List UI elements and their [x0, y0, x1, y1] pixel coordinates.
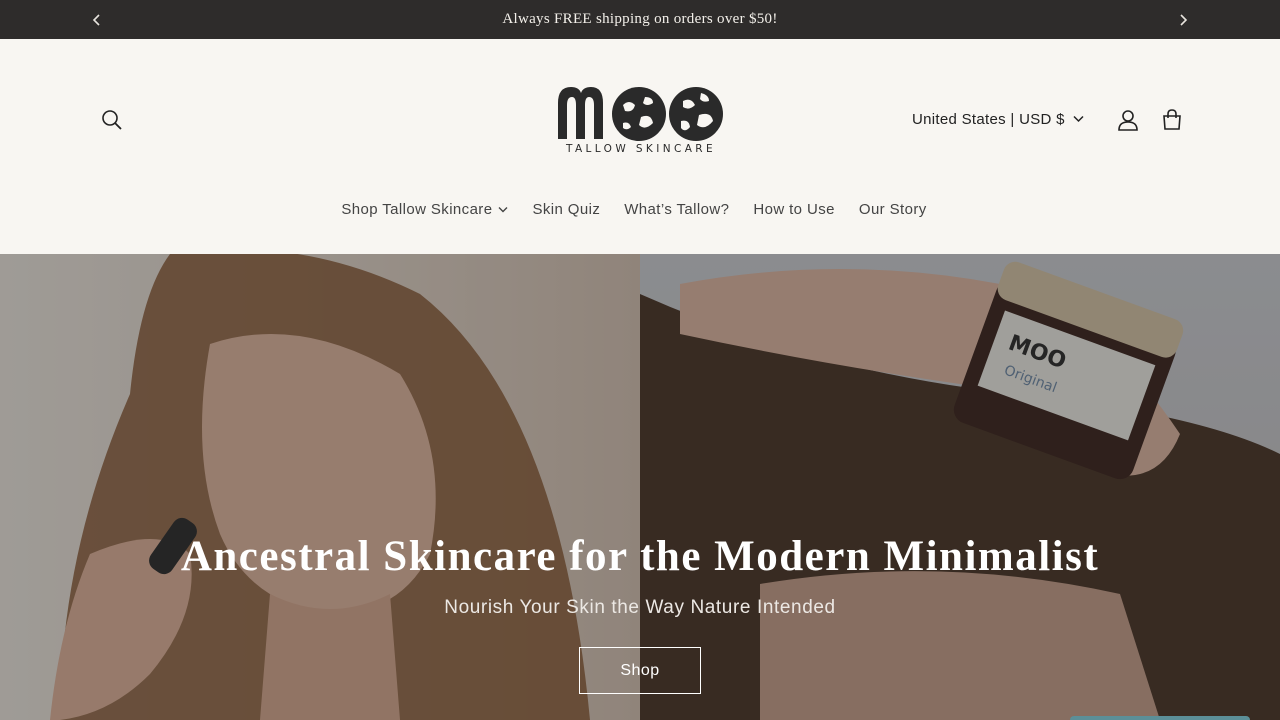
country-currency-selector[interactable]: United States | USD $ [912, 105, 1084, 133]
announcement-next-button[interactable] [1168, 0, 1198, 39]
announcement-prev-button[interactable] [82, 0, 112, 39]
search-icon [102, 110, 122, 130]
announcement-text: Always FREE shipping on orders over $50! [502, 11, 778, 27]
nav-item-how-to-use[interactable]: How to Use [741, 197, 847, 222]
site-header: TALLOW SKINCARE United States | USD $ Sh… [0, 39, 1280, 254]
nav-item-shop-tallow-skincare[interactable]: Shop Tallow Skincare [341, 197, 520, 222]
chevron-down-icon [1073, 115, 1084, 123]
moo-logo-mark [558, 87, 723, 141]
hero-title: Ancestral Skincare for the Modern Minima… [180, 533, 1100, 580]
hero-subtitle: Nourish Your Skin the Way Nature Intende… [444, 597, 836, 618]
cart-icon [1163, 109, 1181, 130]
account-icon [1118, 110, 1138, 131]
nav-item-label: Skin Quiz [532, 201, 601, 218]
account-button[interactable] [1108, 100, 1148, 140]
chevron-right-icon [1180, 13, 1188, 26]
main-navigation: Shop Tallow Skincare Skin Quiz What’s Ta… [0, 197, 1280, 222]
cart-button[interactable] [1152, 100, 1192, 140]
nav-item-label: Shop Tallow Skincare [341, 201, 493, 218]
chevron-left-icon [92, 13, 100, 26]
nav-item-label: Our Story [858, 201, 927, 218]
site-logo[interactable]: TALLOW SKINCARE [555, 83, 727, 159]
hero-banner: MOO Original Ancestral Skincare for the … [0, 254, 1280, 720]
shop-button[interactable]: Shop [579, 647, 701, 694]
search-button[interactable] [92, 100, 132, 140]
announcement-bar: Always FREE shipping on orders over $50! [0, 0, 1280, 39]
nav-item-skin-quiz[interactable]: Skin Quiz [520, 197, 612, 222]
chat-widget-tab[interactable] [1070, 716, 1250, 720]
nav-item-whats-tallow[interactable]: What’s Tallow? [612, 197, 741, 222]
locale-label: United States | USD $ [912, 110, 1065, 128]
nav-item-label: How to Use [753, 201, 835, 218]
nav-item-label: What’s Tallow? [624, 201, 730, 218]
logo-tagline: TALLOW SKINCARE [565, 143, 717, 155]
chevron-down-icon [498, 207, 508, 213]
nav-item-our-story[interactable]: Our Story [847, 197, 939, 222]
